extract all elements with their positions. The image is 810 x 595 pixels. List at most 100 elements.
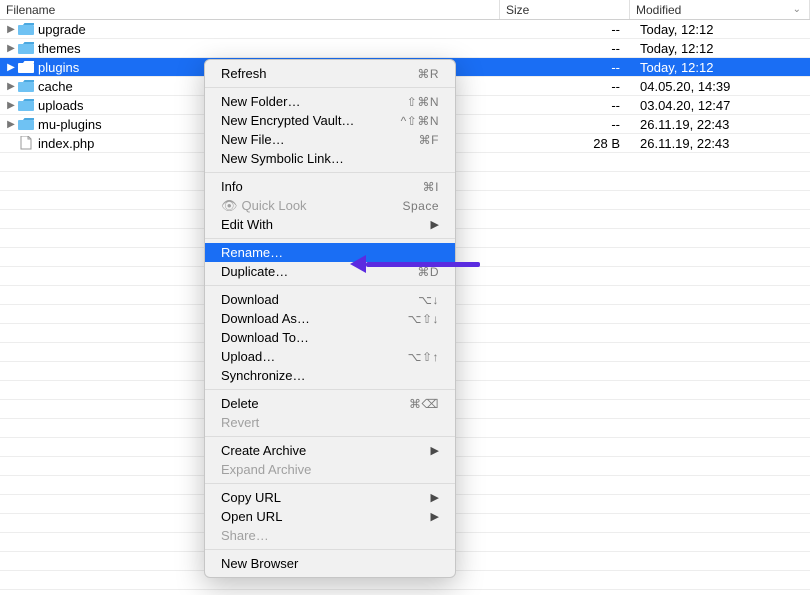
- column-header: Filename Size Modified ⌄: [0, 0, 810, 20]
- menu-shortcut: ^⇧⌘N: [401, 114, 439, 128]
- menu-shortcut: ⌘I: [423, 180, 439, 194]
- menu-item-new-file[interactable]: New File… ⌘F: [205, 130, 455, 149]
- cell-size: --: [500, 22, 630, 37]
- disclosure-triangle-icon[interactable]: ▶: [6, 43, 16, 54]
- cell-filename[interactable]: ▶themes: [0, 41, 500, 56]
- menu-separator: [205, 483, 455, 484]
- file-name: index.php: [38, 136, 94, 151]
- menu-item-info[interactable]: Info ⌘I: [205, 177, 455, 196]
- menu-item-label: Info: [221, 179, 243, 194]
- menu-shortcut: ⌥↓: [418, 293, 439, 307]
- context-menu[interactable]: Refresh ⌘R New Folder… ⇧⌘N New Encrypted Vau…: [204, 59, 456, 578]
- menu-item-new-encrypted-vault[interactable]: New Encrypted Vault… ^⇧⌘N: [205, 111, 455, 130]
- folder-icon: [18, 117, 34, 131]
- cell-modified: 26.11.19, 22:43: [630, 136, 810, 151]
- file-name: upgrade: [38, 22, 86, 37]
- menu-item-quick-look: 👁Quick LookSpace: [205, 196, 455, 215]
- menu-item-download[interactable]: Download ⌥↓: [205, 290, 455, 309]
- menu-item-label: Delete: [221, 396, 259, 411]
- menu-item-label: Download: [221, 292, 279, 307]
- menu-separator: [205, 389, 455, 390]
- menu-shortcut: ⌘⌫: [409, 397, 439, 411]
- menu-item-label: Edit With: [221, 217, 273, 232]
- folder-icon: [18, 22, 34, 36]
- menu-item-label: Download To…: [221, 330, 309, 345]
- cell-modified: Today, 12:12: [630, 41, 810, 56]
- cell-size: --: [500, 79, 630, 94]
- menu-shortcut: ⌘F: [419, 133, 439, 147]
- header-modified[interactable]: Modified ⌄: [630, 0, 810, 19]
- eye-icon: 👁: [221, 198, 238, 213]
- menu-item-upload[interactable]: Upload… ⌥⇧↑: [205, 347, 455, 366]
- cell-size: 28 B: [500, 136, 630, 151]
- menu-item-label: New File…: [221, 132, 285, 147]
- menu-item-label: Share…: [221, 528, 269, 543]
- file-name: mu-plugins: [38, 117, 102, 132]
- menu-item-label: Upload…: [221, 349, 275, 364]
- cell-size: --: [500, 60, 630, 75]
- file-name: uploads: [38, 98, 84, 113]
- menu-item-label: New Browser: [221, 556, 298, 571]
- menu-item-new-folder[interactable]: New Folder… ⇧⌘N: [205, 92, 455, 111]
- menu-item-label: Refresh: [221, 66, 267, 81]
- chevron-right-icon: ▶: [431, 510, 439, 523]
- menu-shortcut: ⌘R: [417, 67, 439, 81]
- folder-icon: [18, 79, 34, 93]
- menu-item-label: Create Archive: [221, 443, 306, 458]
- menu-item-label: Revert: [221, 415, 259, 430]
- menu-separator: [205, 238, 455, 239]
- menu-item-refresh[interactable]: Refresh ⌘R: [205, 64, 455, 83]
- menu-item-delete[interactable]: Delete ⌘⌫: [205, 394, 455, 413]
- menu-item-create-archive[interactable]: Create Archive ▶: [205, 441, 455, 460]
- menu-shortcut: ⇧⌘N: [407, 95, 439, 109]
- menu-item-label: New Folder…: [221, 94, 300, 109]
- menu-item-label: New Symbolic Link…: [221, 151, 344, 166]
- file-name: plugins: [38, 60, 79, 75]
- menu-item-copy-url[interactable]: Copy URL ▶: [205, 488, 455, 507]
- menu-separator: [205, 172, 455, 173]
- menu-item-label: Open URL: [221, 509, 282, 524]
- disclosure-triangle-icon[interactable]: ▶: [6, 81, 16, 92]
- menu-item-open-url[interactable]: Open URL ▶: [205, 507, 455, 526]
- annotation-arrow: [350, 256, 480, 272]
- cell-size: --: [500, 98, 630, 113]
- header-size[interactable]: Size: [500, 0, 630, 19]
- menu-item-label: Expand Archive: [221, 462, 311, 477]
- folder-icon: [18, 41, 34, 55]
- chevron-right-icon: ▶: [431, 491, 439, 504]
- header-modified-label: Modified: [636, 3, 681, 17]
- menu-shortcut: ⌥⇧↑: [408, 350, 439, 364]
- menu-separator: [205, 436, 455, 437]
- disclosure-triangle-icon[interactable]: ▶: [6, 24, 16, 35]
- cell-size: --: [500, 117, 630, 132]
- header-filename[interactable]: Filename: [0, 0, 500, 19]
- menu-item-label: Copy URL: [221, 490, 281, 505]
- chevron-right-icon: ▶: [431, 218, 439, 231]
- menu-item-download-as[interactable]: Download As…⌥⇧↓: [205, 309, 455, 328]
- chevron-right-icon: ▶: [431, 444, 439, 457]
- menu-item-label: New Encrypted Vault…: [221, 113, 354, 128]
- menu-item-share: Share…: [205, 526, 455, 545]
- folder-icon: [18, 98, 34, 112]
- disclosure-triangle-icon[interactable]: ▶: [6, 62, 16, 73]
- cell-modified: 26.11.19, 22:43: [630, 117, 810, 132]
- menu-item-download-to[interactable]: Download To…: [205, 328, 455, 347]
- cell-size: --: [500, 41, 630, 56]
- folder-icon: [18, 60, 34, 74]
- disclosure-triangle-icon[interactable]: ▶: [6, 100, 16, 111]
- menu-item-edit-with[interactable]: Edit With ▶: [205, 215, 455, 234]
- menu-item-new-symbolic-link[interactable]: New Symbolic Link…: [205, 149, 455, 168]
- menu-item-label: Download As…: [221, 311, 310, 326]
- disclosure-triangle-icon[interactable]: ▶: [6, 119, 16, 130]
- menu-item-new-browser[interactable]: New Browser: [205, 554, 455, 573]
- menu-item-expand-archive: Expand Archive: [205, 460, 455, 479]
- cell-modified: 04.05.20, 14:39: [630, 79, 810, 94]
- chevron-down-icon: ⌄: [793, 4, 801, 15]
- table-row[interactable]: ▶upgrade--Today, 12:12: [0, 20, 810, 39]
- menu-item-synchronize[interactable]: Synchronize…: [205, 366, 455, 385]
- menu-separator: [205, 285, 455, 286]
- menu-item-revert: Revert: [205, 413, 455, 432]
- table-row[interactable]: ▶themes--Today, 12:12: [0, 39, 810, 58]
- cell-filename[interactable]: ▶ upgrade: [0, 22, 500, 37]
- menu-item-label: 👁Quick Look: [221, 198, 307, 214]
